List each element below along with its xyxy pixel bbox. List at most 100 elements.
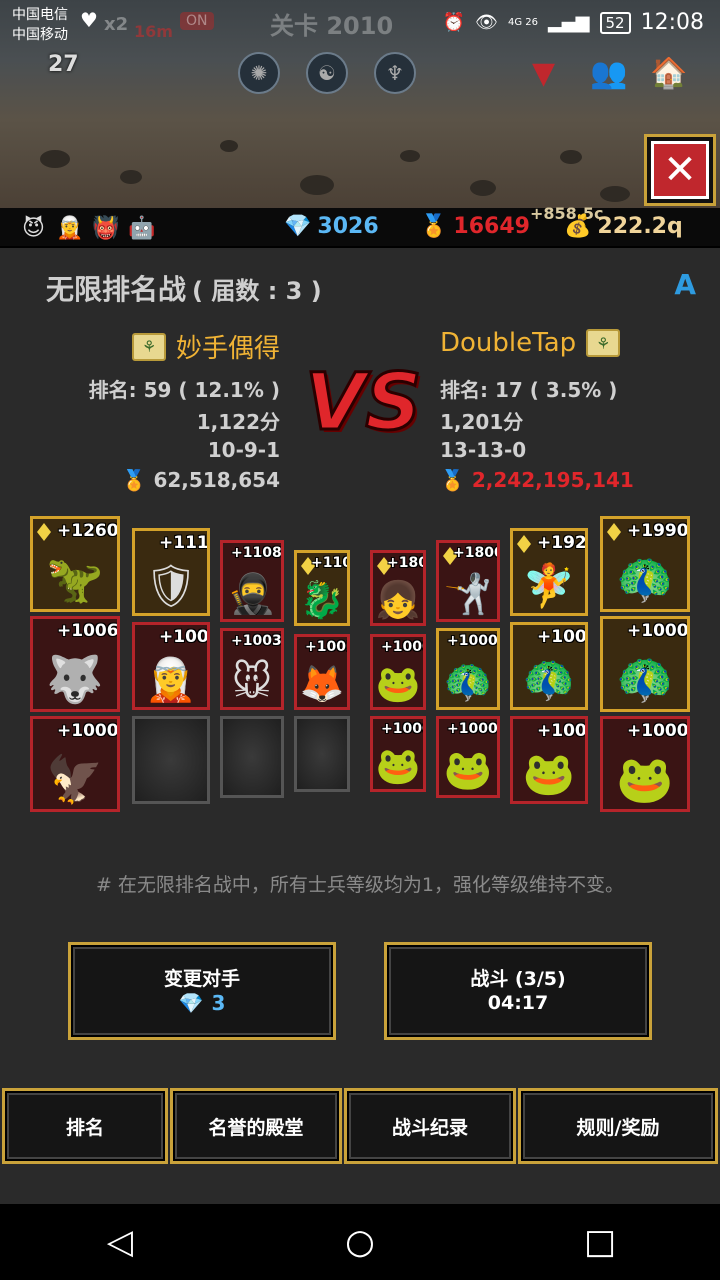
left-unit-card[interactable]: +1000 🦅 [30,716,120,812]
unit-level: +1000 [57,721,119,741]
android-nav-bar: ◁ ○ □ [0,1204,720,1280]
arrow-down-icon[interactable]: ▼ [532,56,555,91]
alarm-icon: ⏰ [442,12,466,33]
left-unit-card[interactable]: +1260 🦖 [30,516,120,612]
unit-portrait-icon: 🧚 [522,561,576,610]
resource-bar: 😈 🧝 👹 🤖 💎 3026 🏅 16649 +858.5c 💰 222.2q [0,204,720,246]
avatar-icon: 🤖 [128,216,156,241]
right-unit-card[interactable]: +1000 🐸 [370,716,426,792]
right-player-name-text: DoubleTap [440,328,577,358]
left-player-name-text: 妙手偶得 [175,334,280,364]
unit-portrait-icon: 🐸 [375,746,421,787]
right-unit-card[interactable]: +1920 🧚 [510,528,588,616]
rules-notice: # 在无限排名战中，所有士兵等级均为1，强化等级维持不变。 [95,874,625,896]
recents-icon[interactable]: □ [560,1222,640,1262]
panel-title-text: 无限排名战 [46,273,187,306]
tab-label: 战斗纪录 [391,1116,468,1139]
unit-level: +1800 [453,545,500,561]
unit-level: +1112 [159,533,209,553]
carrier-info: 中国电信 中国移动 [12,5,68,45]
right-unit-card[interactable]: +1990 🦚 [600,516,690,612]
right-unit-card[interactable]: +1000 🦚 [600,616,690,712]
tab-ranking[interactable]: 排名 [2,1088,168,1164]
change-cost-value: 3 [211,991,226,1015]
left-unit-card[interactable]: +1006 🐺 [30,616,120,712]
tab-hall-of-fame[interactable]: 名誉的殿堂 [170,1088,342,1164]
right-medals-value: 2,242,195,141 [471,468,634,492]
right-unit-card[interactable]: +1000 🦚 [436,628,500,710]
vs-emblem: VS [304,357,424,450]
pebble [560,150,582,164]
unit-level: +1000 [381,639,423,655]
unit-level: +1003 [231,633,282,649]
pebble [600,186,630,202]
tab-rules-rewards[interactable]: 规则/奖励 [518,1088,718,1164]
tab-label: 名誉的殿堂 [208,1116,304,1139]
house-icon[interactable]: 🏠 [650,56,687,91]
unit-level: +1000 [627,621,689,641]
right-unit-card[interactable]: +1800 🤺 [436,540,500,622]
close-icon: ✕ [651,141,709,199]
left-score: 1,122分 [196,410,280,434]
clock: 12:08 [640,10,704,35]
change-cost: 💎 3 [179,991,226,1015]
game-background: x2 16m ON 关卡 2010 27 ✺ ☯ ♆ ▼ 👥 🏠 ✕ 中国电信 … [0,0,720,210]
unit-level: +1000 [447,721,498,737]
unit-portrait-icon: 🦊 [299,664,345,705]
unit-portrait-icon: 🧝 [144,655,198,704]
left-unit-card[interactable]: +1112 🛡 [132,528,210,616]
unit-level: +1000 [537,627,587,647]
left-unit-card[interactable]: +1003 🐭 [220,628,284,710]
empty-unit-slot [132,716,210,804]
unit-level: +1000 [381,721,423,737]
unit-level: +1003 [159,627,209,647]
avatar-icon: 👹 [92,216,120,241]
network-label: 4G 26 [507,16,538,28]
gold-counter: 💰 222.2q [564,214,683,239]
guild-flag-icon: ⚘ [586,329,621,357]
tab-label: 排名 [65,1116,104,1139]
signal-icon: ▂▄▆ [547,12,590,33]
right-unit-card[interactable]: +1000 🐸 [370,634,426,710]
unit-level: +1003 [305,639,347,655]
left-unit-card[interactable]: +1108 🥷 [220,540,284,622]
fight-label: 战斗 (3/5) [470,968,566,990]
unit-level: +1006 [57,621,119,641]
avatar-icon: 😈 [22,216,45,241]
diamond-value: 3026 [317,214,379,239]
left-unit-card[interactable]: +1003 🦊 [294,634,350,710]
tab-battle-log[interactable]: 战斗纪录 [344,1088,516,1164]
grade-badge: A [674,268,696,301]
diamond-counter: 💎 3026 [284,214,379,239]
diamond-icon: 💎 [284,214,312,239]
unit-portrait-icon: 🦅 [46,752,104,806]
diamond-icon: 💎 [178,991,204,1015]
left-medals-value: 62,518,654 [153,468,280,492]
panel-title: 无限排名战( 届数 : 3 ) [46,268,322,308]
left-player-name: ⚘ 妙手偶得 [131,328,280,365]
home-icon[interactable]: ○ [320,1222,400,1262]
pebble [300,175,334,195]
right-unit-card[interactable]: +1000 🦚 [510,622,588,710]
unit-portrait-icon: 🦖 [46,552,104,606]
battery-indicator: 52 [599,11,631,34]
left-unit-card[interactable]: +1100 🐉 [294,550,350,626]
status-bar: 中国电信 中国移动 ♥ ⏰ 👁 4G 26 ▂▄▆ 52 12:08 [0,0,720,48]
back-icon[interactable]: ◁ [80,1222,160,1262]
change-opponent-button[interactable]: 变更对手 💎 3 [68,942,336,1040]
right-unit-card[interactable]: +1000 🐸 [436,716,500,798]
gem-icon [517,535,531,553]
right-unit-card[interactable]: +1000 🐸 [600,716,690,812]
left-unit-card[interactable]: +1003 🧝 [132,622,210,710]
unit-level: +1100 [311,555,347,571]
fight-button[interactable]: 战斗 (3/5) 04:17 [384,942,652,1040]
close-button[interactable]: ✕ [644,134,716,206]
angel-icon[interactable]: ♆ [374,52,416,94]
right-unit-card[interactable]: +1800 👧 [370,550,426,626]
team-icon[interactable]: 👥 [590,56,627,91]
change-opponent-label: 变更对手 [163,968,240,990]
right-unit-card[interactable]: +1000 🐸 [510,716,588,804]
spiral-icon[interactable]: ☯ [306,52,348,94]
portal-icon[interactable]: ✺ [238,52,280,94]
gem-icon [607,523,621,541]
